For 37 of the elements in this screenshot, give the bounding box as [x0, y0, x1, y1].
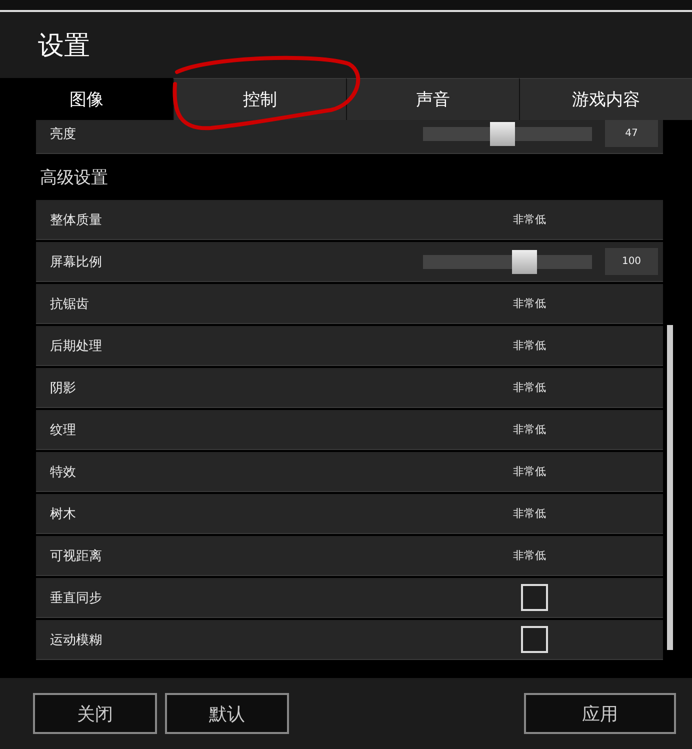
setting-value[interactable]: 非常低 [513, 380, 546, 395]
setting-label: 纹理 [50, 422, 77, 438]
setting-label: 后期处理 [50, 338, 103, 354]
slider-value: 100 [605, 248, 658, 275]
setting-value[interactable]: 非常低 [513, 296, 546, 311]
setting-value[interactable]: 非常低 [513, 338, 546, 353]
setting-value[interactable]: 非常低 [513, 212, 546, 227]
setting-label: 亮度 [50, 126, 77, 142]
scrollbar[interactable] [667, 325, 673, 650]
setting-label: 树木 [50, 506, 77, 522]
section-heading: 高级设置 [39, 167, 109, 190]
setting-value[interactable]: 非常低 [513, 548, 546, 563]
setting-value[interactable]: 非常低 [513, 464, 546, 479]
setting-label: 垂直同步 [50, 590, 103, 606]
setting-label: 屏幕比例 [50, 254, 103, 270]
tab[interactable]: 声音 [346, 78, 519, 120]
tab[interactable]: 控制 [173, 78, 346, 120]
setting-label: 阴影 [50, 380, 77, 396]
slider-thumb[interactable] [512, 250, 538, 274]
setting-label: 整体质量 [50, 212, 103, 228]
footer-button[interactable]: 应用 [524, 693, 676, 734]
slider-value: 47 [605, 120, 658, 147]
tab[interactable]: 游戏内容 [519, 78, 692, 120]
setting-label: 运动模糊 [50, 632, 103, 648]
checkbox[interactable] [521, 626, 548, 653]
slider-track[interactable] [423, 122, 592, 146]
footer-button[interactable]: 关闭 [33, 693, 157, 734]
setting-label: 抗锯齿 [50, 296, 90, 312]
setting-value[interactable]: 非常低 [513, 422, 546, 437]
tab[interactable]: 图像 [0, 78, 173, 120]
setting-label: 特效 [50, 464, 77, 480]
footer-button[interactable]: 默认 [165, 693, 289, 734]
setting-value[interactable]: 非常低 [513, 506, 546, 521]
checkbox[interactable] [521, 584, 548, 611]
slider-thumb[interactable] [490, 122, 516, 146]
window-title: 设置 [38, 30, 90, 62]
setting-label: 可视距离 [50, 548, 103, 564]
